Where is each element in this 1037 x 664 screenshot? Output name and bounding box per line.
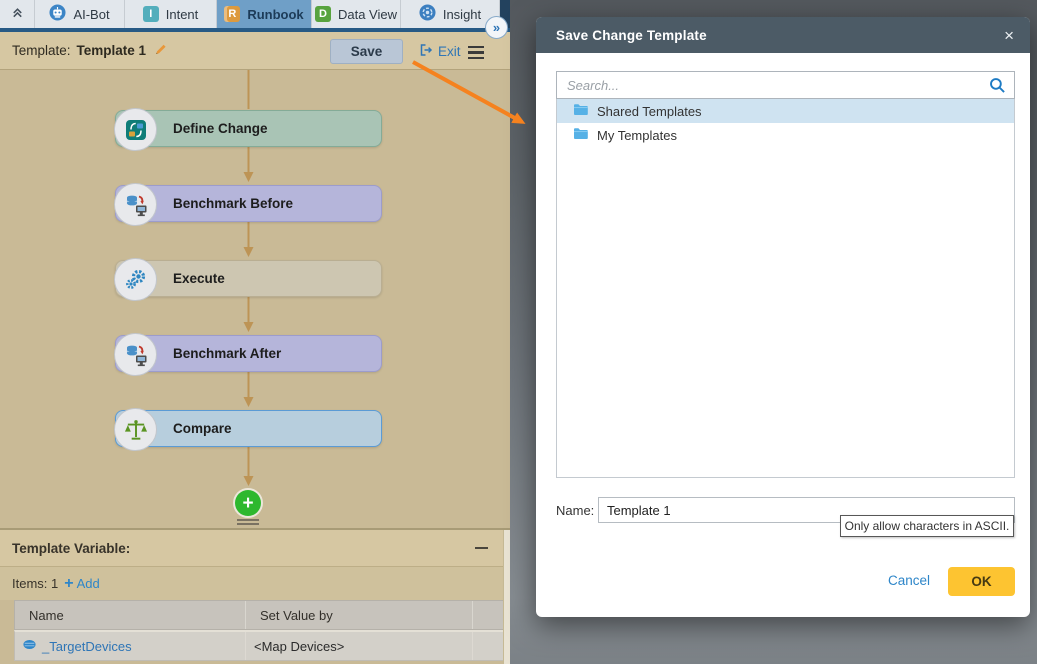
node-compare[interactable]: Compare: [115, 410, 382, 447]
tree-item-label: Shared Templates: [597, 104, 702, 119]
workflow-canvas[interactable]: Define Change Benchmark Before Execute B…: [0, 70, 510, 528]
template-search-box: [556, 71, 1015, 99]
node-label: Benchmark After: [173, 346, 281, 361]
tab-label: Intent: [166, 7, 199, 22]
node-benchmark-before[interactable]: Benchmark Before: [115, 185, 382, 222]
ai-bot-icon: [49, 4, 66, 24]
tree-item-my-templates[interactable]: My Templates: [557, 123, 1014, 147]
insight-icon: [419, 4, 436, 24]
tab-label: Runbook: [247, 7, 303, 22]
compare-icon: [114, 408, 157, 451]
tab-label: AI-Bot: [73, 7, 109, 22]
node-label: Benchmark Before: [173, 196, 293, 211]
node-execute[interactable]: Execute: [115, 260, 382, 297]
variable-set-value-by: <Map Devices>: [246, 632, 473, 660]
node-benchmark-after[interactable]: Benchmark After: [115, 335, 382, 372]
intent-icon: I: [143, 6, 159, 22]
tab-intent[interactable]: I Intent: [125, 0, 217, 28]
items-count-label: Items: 1: [12, 576, 58, 591]
add-label: Add: [77, 576, 100, 591]
dialog-title: Save Change Template: [556, 28, 707, 43]
tab-data-view[interactable]: D Data View: [312, 0, 401, 28]
cancel-button[interactable]: Cancel: [888, 573, 930, 588]
search-input[interactable]: [557, 72, 977, 98]
search-icon[interactable]: [989, 77, 1006, 99]
column-header-name[interactable]: Name: [15, 601, 246, 629]
benchmark-after-icon: [114, 333, 157, 376]
ascii-validation-tooltip: Only allow characters in ASCII.: [840, 515, 1014, 537]
define-change-icon: [114, 108, 157, 151]
exit-label: Exit: [438, 44, 461, 59]
save-button[interactable]: Save: [330, 39, 403, 64]
runbook-icon: R: [224, 6, 240, 22]
expand-panel-button[interactable]: »: [485, 16, 508, 39]
hamburger-menu-icon[interactable]: [468, 46, 484, 59]
variable-device-icon: [23, 638, 36, 654]
exit-button[interactable]: Exit: [419, 39, 461, 64]
template-name: Template 1: [77, 43, 147, 58]
tab-ai-bot[interactable]: AI-Bot: [35, 0, 125, 28]
template-toolbar: Template: Template 1 Save Exit: [0, 32, 510, 70]
exit-icon: [419, 43, 433, 60]
node-label: Execute: [173, 271, 225, 286]
add-node-button[interactable]: +: [235, 490, 261, 516]
template-variable-title: Template Variable:: [12, 530, 130, 566]
template-title: Template: Template 1: [12, 32, 168, 69]
dialog-header[interactable]: Save Change Template ×: [536, 17, 1030, 53]
tab-runbook[interactable]: R Runbook: [217, 0, 312, 28]
tab-label: Data View: [338, 7, 397, 22]
table-header-row: Name Set Value by: [14, 600, 504, 630]
node-label: Define Change: [173, 121, 268, 136]
folder-icon: [573, 103, 588, 119]
items-toolbar: Items: 1 + Add: [0, 567, 510, 600]
benchmark-before-icon: [114, 183, 157, 226]
save-change-template-dialog: Save Change Template × Shared Templates …: [536, 17, 1030, 617]
execute-icon: [114, 258, 157, 301]
tree-item-label: My Templates: [597, 128, 677, 143]
table-row[interactable]: _TargetDevices <Map Devices>: [14, 630, 504, 661]
column-header-set-value-by[interactable]: Set Value by: [246, 601, 473, 629]
close-icon[interactable]: ×: [1004, 27, 1014, 44]
template-variable-header: Template Variable:: [0, 530, 510, 567]
top-tab-bar: AI-Bot I Intent R Runbook D Data View In…: [0, 0, 510, 28]
collapse-tabs-button[interactable]: [0, 0, 35, 28]
edit-pencil-icon[interactable]: [154, 42, 168, 59]
runbook-panel: AI-Bot I Intent R Runbook D Data View In…: [0, 0, 510, 664]
name-label: Name:: [556, 503, 594, 518]
tab-label: Insight: [443, 7, 481, 22]
ok-button[interactable]: OK: [948, 567, 1015, 596]
data-view-icon: D: [315, 6, 331, 22]
folder-icon: [573, 127, 588, 143]
variable-table: Name Set Value by _TargetDevices <Map De…: [14, 600, 504, 661]
node-define-change[interactable]: Define Change: [115, 110, 382, 147]
add-variable-button[interactable]: + Add: [64, 576, 99, 592]
template-folder-tree: Shared Templates My Templates: [556, 99, 1015, 478]
tree-item-shared-templates[interactable]: Shared Templates: [557, 99, 1014, 123]
collapse-minus-icon[interactable]: [475, 547, 488, 549]
app-root: AI-Bot I Intent R Runbook D Data View In…: [0, 0, 1037, 664]
template-label: Template:: [12, 43, 71, 58]
panel-drag-handle[interactable]: [237, 519, 259, 527]
double-chevron-up-icon: [11, 6, 24, 22]
scrollbar-track[interactable]: [503, 530, 510, 664]
node-label: Compare: [173, 421, 232, 436]
variable-name: _TargetDevices: [42, 639, 132, 654]
plus-icon: +: [64, 576, 73, 592]
